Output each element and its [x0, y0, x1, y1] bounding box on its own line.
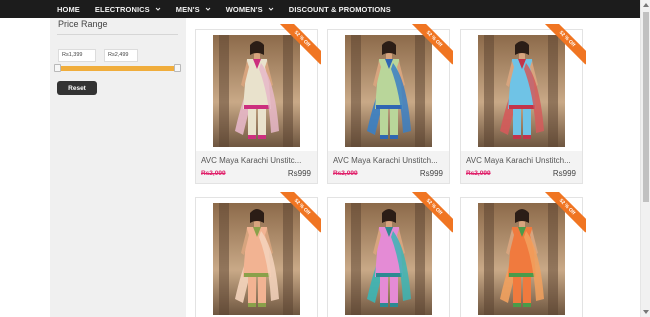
nav-electronics-label: ELECTRONICS	[94, 4, 150, 14]
filter-title: Price Range	[58, 19, 108, 29]
min-price-field[interactable]: Rs1,399	[58, 49, 96, 62]
product-card[interactable]: 52 % Off AVC Maya Karachi Unstitch... Rs…	[460, 24, 586, 184]
product-name[interactable]: AVC Maya Karachi Unstitc...	[201, 156, 301, 165]
discount-ribbon: 52 % Off	[277, 192, 321, 236]
product-info: AVC Maya Karachi Unstitc... Rs2,099 Rs99…	[196, 151, 317, 183]
original-price: Rs2,099	[466, 170, 491, 177]
original-price: Rs2,099	[201, 170, 226, 177]
nav-womens[interactable]: WOMEN'S	[226, 5, 274, 14]
nav-electronics[interactable]: ELECTRONICS	[95, 5, 161, 14]
discount-ribbon: 52 % Off	[409, 24, 453, 68]
nav-womens-label: WOMEN'S	[225, 4, 263, 14]
product-card[interactable]: 52 % Off	[460, 192, 586, 317]
original-price: Rs2,099	[333, 170, 358, 177]
nav-mens-label: MEN'S	[175, 4, 200, 14]
product-name[interactable]: AVC Maya Karachi Unstitch...	[333, 156, 438, 165]
max-price-field[interactable]: Rs2,499	[104, 49, 138, 62]
discount-label: 52 % Off	[409, 24, 453, 65]
nav-home-label: HOME	[57, 4, 80, 14]
product-name[interactable]: AVC Maya Karachi Unstitch...	[466, 156, 571, 165]
product-card[interactable]: 52 % Off	[327, 192, 453, 317]
nav-discount-promotions[interactable]: DISCOUNT & PROMOTIONS	[289, 5, 391, 14]
scroll-down-arrow-icon[interactable]	[643, 310, 649, 314]
sale-price: Rs999	[552, 169, 576, 178]
discount-label: 52 % Off	[277, 192, 321, 233]
discount-label: 52 % Off	[542, 24, 586, 65]
product-card[interactable]: 52 % Off	[195, 192, 321, 317]
price-slider-track[interactable]	[57, 66, 179, 71]
product-card[interactable]: 52 % Off AVC Maya Karachi Unstitch... Rs…	[327, 24, 453, 184]
discount-label: 52 % Off	[277, 24, 321, 65]
filter-sidebar: Price Range Rs1,399 Rs2,499 Reset	[50, 18, 186, 317]
chevron-down-icon	[268, 7, 274, 11]
nav-mens[interactable]: MEN'S	[176, 5, 211, 14]
scroll-up-arrow-icon[interactable]	[643, 3, 649, 7]
discount-ribbon: 52 % Off	[409, 192, 453, 236]
nav-discount-label: DISCOUNT & PROMOTIONS	[288, 4, 391, 14]
discount-ribbon: 52 % Off	[542, 192, 586, 236]
sale-price: Rs999	[287, 169, 311, 178]
price-slider-max-handle[interactable]	[174, 64, 181, 72]
top-navigation: HOME ELECTRONICS MEN'S WOMEN'S DISCOUNT …	[0, 0, 640, 18]
divider	[57, 34, 178, 35]
price-slider-min-handle[interactable]	[54, 64, 61, 72]
discount-label: 52 % Off	[542, 192, 586, 233]
chevron-down-icon	[205, 7, 211, 11]
scrollbar[interactable]	[640, 0, 650, 317]
product-info: AVC Maya Karachi Unstitch... Rs2,099 Rs9…	[461, 151, 582, 183]
product-card[interactable]: 52 % Off AVC Maya Karachi Unstitc... Rs2…	[195, 24, 321, 184]
discount-ribbon: 52 % Off	[277, 24, 321, 68]
sale-price: Rs999	[419, 169, 443, 178]
chevron-down-icon	[155, 7, 161, 11]
nav-home[interactable]: HOME	[57, 5, 80, 14]
discount-label: 52 % Off	[409, 192, 453, 233]
product-info: AVC Maya Karachi Unstitch... Rs2,099 Rs9…	[328, 151, 449, 183]
page: HOME ELECTRONICS MEN'S WOMEN'S DISCOUNT …	[0, 0, 650, 317]
scrollbar-thumb[interactable]	[643, 12, 649, 202]
discount-ribbon: 52 % Off	[542, 24, 586, 68]
reset-button[interactable]: Reset	[57, 81, 97, 95]
